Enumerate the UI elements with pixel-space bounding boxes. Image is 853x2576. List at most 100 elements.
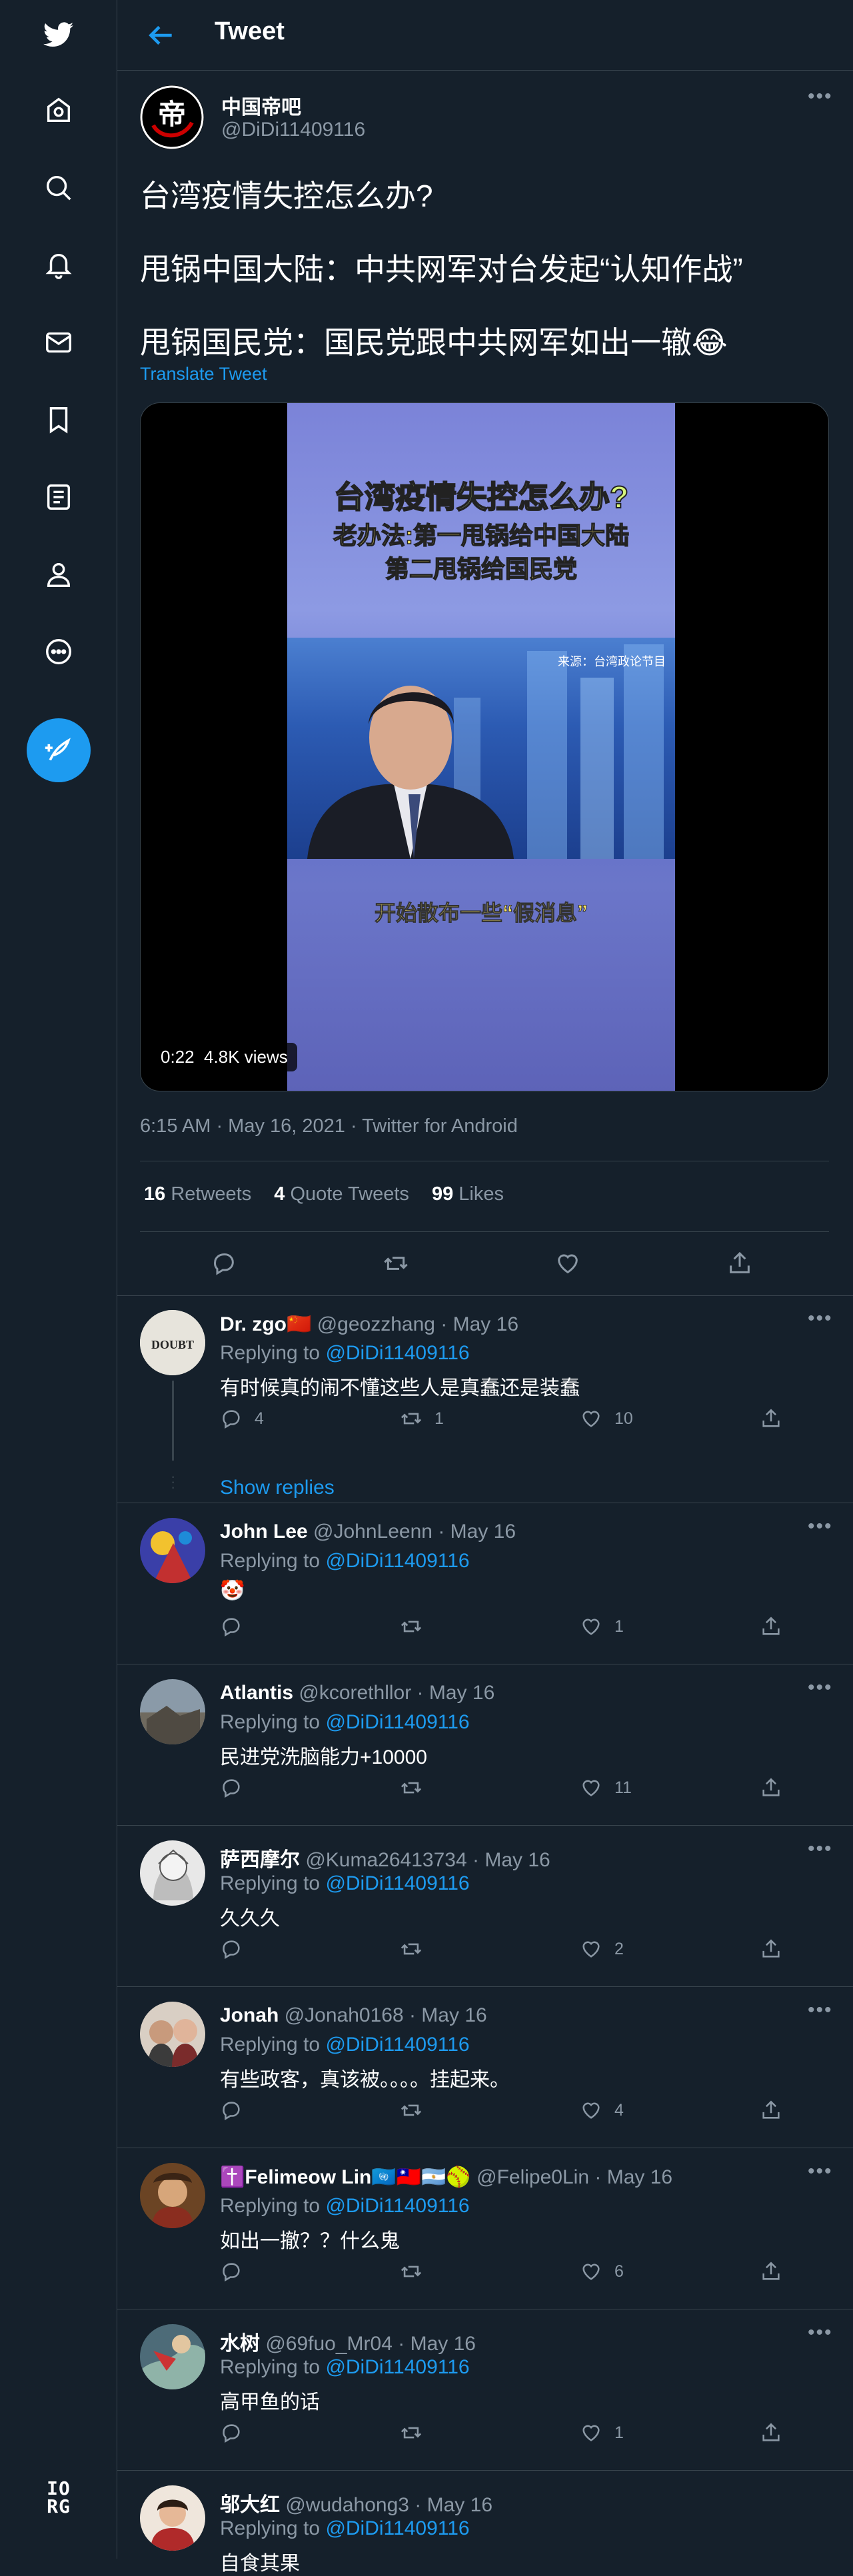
more-options-icon[interactable]: ••• [808,2160,833,2183]
video-player[interactable]: 台湾疫情失控怎么办? 老办法:第一甩锅给中国大陆 第二甩锅给国民党 来源：台湾政… [140,402,829,1091]
home-icon[interactable] [37,89,80,132]
more-options-icon[interactable]: ••• [808,1676,833,1699]
compose-button[interactable] [27,718,91,782]
tweet-timestamp[interactable]: 6:15 AM · May 16, 2021 · Twitter for And… [140,1115,518,1137]
twitter-logo-icon[interactable] [37,13,80,56]
retweet-button[interactable] [400,2260,434,2283]
reply-author-name[interactable]: ✝️Felimeow Lin🇺🇳🇹🇼🇦🇷🥎 [220,2166,471,2188]
avatar[interactable]: 帝 [140,85,204,149]
more-icon[interactable] [37,630,80,673]
avatar[interactable] [140,2324,205,2389]
avatar[interactable] [140,1518,205,1583]
reply-date[interactable]: · May 16 [398,2333,476,2355]
reply-tweet[interactable]: Atlantis @kcorethllor · May 16 ••• Reply… [117,1664,853,1826]
explore-icon[interactable] [37,167,80,209]
mention-link[interactable]: @DiDi11409116 [325,1342,469,1364]
avatar[interactable] [140,1679,205,1744]
reply-button[interactable] [220,2099,255,2122]
back-arrow-icon[interactable] [144,19,177,52]
show-replies-link[interactable]: Show replies [220,1477,335,1499]
reply-date[interactable]: · May 16 [409,2004,487,2026]
more-options-icon[interactable]: ••• [808,2321,833,2344]
translate-link[interactable]: Translate Tweet [140,364,267,384]
reply-date[interactable]: · May 16 [594,2166,672,2188]
mention-link[interactable]: @DiDi11409116 [325,2195,469,2217]
share-button[interactable] [760,2421,794,2444]
reply-date[interactable]: · May 16 [440,1313,518,1335]
quote-tweets-stat[interactable]: 4 Quote Tweets [274,1183,409,1205]
reply-tweet[interactable]: John Lee @JohnLeenn · May 16 ••• Replyin… [117,1503,853,1664]
reply-author-name[interactable]: Dr. zgo🇨🇳 [220,1313,311,1335]
like-button[interactable]: 11 [580,1776,632,1799]
reply-handle[interactable]: @wudahong3 [285,2494,409,2516]
share-icon[interactable] [720,1243,760,1283]
avatar[interactable]: DOUBT [140,1310,205,1375]
reply-tweet[interactable]: 萨西摩尔 @Kuma26413734 · May 16 ••• Replying… [117,1826,853,1987]
avatar[interactable] [140,2485,205,2551]
retweets-stat[interactable]: 16 Retweets [144,1183,251,1205]
reply-handle[interactable]: @geozzhang [317,1313,435,1335]
retweet-button[interactable]: 1 [400,1407,444,1430]
reply-button[interactable]: 4 [220,1407,264,1430]
avatar[interactable] [140,2002,205,2067]
share-button[interactable] [760,1776,794,1799]
reply-button[interactable] [220,1776,255,1799]
like-button[interactable]: 4 [580,2099,624,2122]
share-button[interactable] [760,1407,794,1430]
reply-icon[interactable] [204,1243,244,1283]
reply-tweet[interactable]: 邬大红 @wudahong3 · May 16 Replying to @DiD… [117,2471,853,2575]
reply-date[interactable]: · May 16 [415,2494,492,2516]
reply-author-name[interactable]: Jonah [220,2004,279,2026]
app-logo[interactable]: IO RG [37,2476,80,2519]
reply-button[interactable] [220,2421,255,2444]
more-options-icon[interactable]: ••• [808,1307,833,1330]
mention-link[interactable]: @DiDi11409116 [325,1872,469,1894]
share-button[interactable] [760,1938,794,1960]
retweet-button[interactable] [400,2099,434,2122]
reply-handle[interactable]: @Felipe0Lin [476,2166,589,2188]
notifications-icon[interactable] [37,244,80,287]
reply-tweet[interactable]: 水树 @69fuo_Mr04 · May 16 ••• Replying to … [117,2309,853,2471]
more-options-icon[interactable]: ••• [808,1838,833,1860]
reply-tweet[interactable]: ✝️Felimeow Lin🇺🇳🇹🇼🇦🇷🥎 @Felipe0Lin · May … [117,2148,853,2309]
mention-link[interactable]: @DiDi11409116 [325,2034,469,2056]
bookmarks-icon[interactable] [37,398,80,441]
reply-button[interactable] [220,1615,255,1638]
likes-stat[interactable]: 99 Likes [432,1183,504,1205]
reply-date[interactable]: · May 16 [472,1849,550,1871]
reply-handle[interactable]: @69fuo_Mr04 [265,2333,393,2355]
reply-date[interactable]: · May 16 [438,1521,516,1543]
avatar[interactable] [140,2163,205,2228]
mention-link[interactable]: @DiDi11409116 [325,1550,469,1572]
like-button[interactable]: 1 [580,2421,624,2444]
author-handle[interactable]: @DiDi11409116 [221,119,365,141]
messages-icon[interactable] [37,321,80,364]
more-options-icon[interactable]: ••• [808,85,833,108]
reply-date[interactable]: · May 16 [417,1682,495,1704]
reply-author-name[interactable]: 萨西摩尔 [220,1849,300,1871]
retweet-icon[interactable] [376,1243,416,1283]
retweet-button[interactable] [400,1938,434,1960]
share-button[interactable] [760,1615,794,1638]
retweet-button[interactable] [400,1776,434,1799]
reply-author-name[interactable]: 水树 [220,2333,260,2355]
reply-handle[interactable]: @Kuma26413734 [305,1849,466,1871]
reply-tweet[interactable]: DOUBT · · · Dr. zgo🇨🇳 @geozzhang · May 16 … [117,1295,853,1503]
avatar[interactable] [140,1840,205,1906]
profile-icon[interactable] [37,553,80,596]
more-options-icon[interactable]: ••• [808,1999,833,2022]
retweet-button[interactable] [400,2421,434,2444]
reply-handle[interactable]: @kcorethllor [299,1682,411,1704]
like-button[interactable]: 2 [580,1938,624,1960]
author-name[interactable]: 中国帝吧 [221,91,301,120]
more-options-icon[interactable]: ••• [808,1515,833,1538]
reply-handle[interactable]: @Jonah0168 [285,2004,404,2026]
reply-author-name[interactable]: 邬大红 [220,2494,280,2516]
like-icon[interactable] [548,1243,588,1283]
reply-button[interactable] [220,2260,255,2283]
reply-tweet[interactable]: Jonah @Jonah0168 · May 16 ••• Replying t… [117,1987,853,2148]
reply-author-name[interactable]: John Lee [220,1521,308,1543]
reply-button[interactable] [220,1938,255,1960]
mention-link[interactable]: @DiDi11409116 [325,2356,469,2378]
like-button[interactable]: 6 [580,2260,624,2283]
